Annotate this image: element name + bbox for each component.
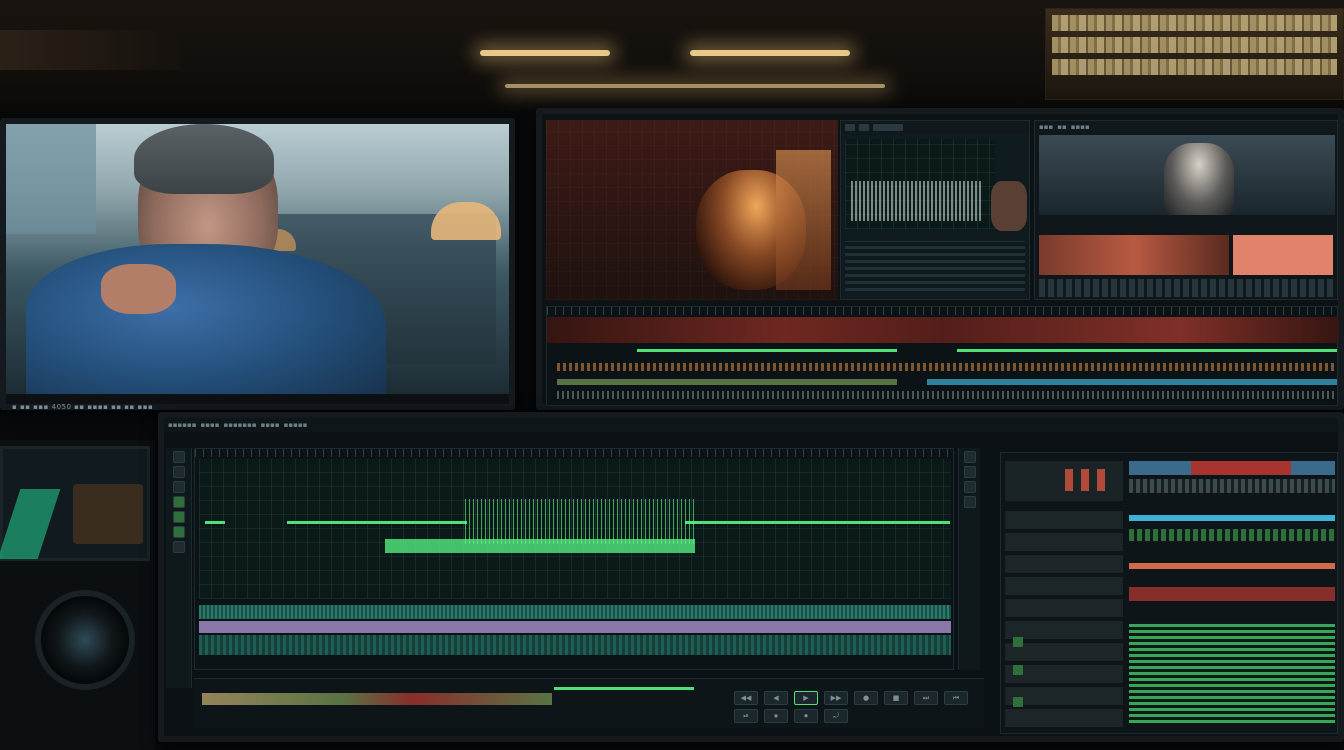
side-tool[interactable]: [963, 496, 976, 508]
transport-controls-row2: ⏯ ⏹ ⏺ ⤾: [734, 709, 848, 723]
side-tool[interactable]: [963, 466, 976, 478]
left-tool-column: [166, 448, 192, 688]
wall-cabinet: [0, 30, 180, 70]
tool-button[interactable]: [172, 526, 185, 538]
play-pause-button[interactable]: ⏯: [734, 709, 758, 723]
waveform-monitor-toolbar: [841, 121, 1029, 133]
channel-list[interactable]: [1005, 507, 1123, 727]
desk-equipment: [0, 440, 155, 750]
waveform-peaks: [465, 499, 695, 544]
room-background: [0, 0, 1344, 110]
stop-button[interactable]: ■: [884, 691, 908, 705]
side-tool[interactable]: [963, 481, 976, 493]
waveform-monitor[interactable]: [840, 120, 1030, 300]
menu-item-5[interactable]: ▪▪▪▪▪: [284, 421, 308, 429]
track-purple[interactable]: [199, 621, 951, 633]
channel-strip-header: [1005, 461, 1123, 501]
small-monitor: [0, 446, 150, 561]
transport-controls: ◀◀ ◀ ▶ ▶▶ ● ■ ⏭ ⏮: [734, 691, 968, 705]
audio-clip[interactable]: [287, 521, 467, 524]
tool-button[interactable]: [172, 541, 185, 553]
step-back-button[interactable]: ◀: [764, 691, 788, 705]
menu-item-1[interactable]: ▪▪▪▪▪▪: [168, 421, 196, 429]
tab-1[interactable]: ▪▪▪: [1039, 123, 1053, 131]
mixer-panel[interactable]: [1000, 452, 1338, 734]
menu-item-4[interactable]: ▪▪▪▪: [261, 421, 280, 429]
timeline-ruler[interactable]: [195, 449, 953, 457]
tool-button[interactable]: [172, 511, 185, 523]
source-viewer[interactable]: [546, 120, 838, 300]
left-monitor-status-text: ▪ ▪▪ ▪▪▪ 4050 ▪▪ ▪▪▪▪ ▪▪ ▪▪ ▪▪▪: [12, 403, 154, 411]
figure: [1164, 143, 1234, 215]
tool-button[interactable]: [172, 466, 185, 478]
lamp: [431, 202, 501, 240]
person-hand: [101, 264, 176, 314]
prev-marker-button[interactable]: ⏮: [944, 691, 968, 705]
next-marker-button[interactable]: ⏭: [914, 691, 938, 705]
left-monitor: ▪ ▪▪ ▪▪▪ 4050 ▪▪ ▪▪▪▪ ▪▪ ▪▪ ▪▪▪: [0, 118, 515, 411]
main-editor-monitor: ▪▪▪▪▪▪ ▪▪▪▪ ▪▪▪▪▪▪▪ ▪▪▪▪ ▪▪▪▪▪ ◀◀ ◀ ▶ ▶▶…: [158, 412, 1344, 742]
audio-clip[interactable]: [685, 521, 950, 524]
person-hair: [134, 124, 274, 194]
record-button[interactable]: ●: [854, 691, 878, 705]
audio-track-2[interactable]: [957, 349, 1337, 352]
channel-meter: [1129, 515, 1335, 521]
play-button[interactable]: ▶: [794, 691, 818, 705]
menu-item-2[interactable]: ▪▪▪▪: [200, 421, 219, 429]
program-viewer[interactable]: ▪▪▪ ▪▪ ▪▪▪▪: [1034, 120, 1338, 300]
camera-lens: [35, 590, 135, 690]
loop-button[interactable]: ⤾: [824, 709, 848, 723]
ceiling-light: [505, 84, 885, 88]
tab-2[interactable]: ▪▪: [1057, 123, 1067, 131]
waveform: [851, 181, 981, 221]
video-preview[interactable]: [6, 124, 509, 394]
fast-forward-button[interactable]: ▶▶: [824, 691, 848, 705]
ceiling-light: [690, 50, 850, 56]
stop-alt-button[interactable]: ⏹: [764, 709, 788, 723]
track-teal-2[interactable]: [199, 635, 951, 655]
main-menubar: ▪▪▪▪▪▪ ▪▪▪▪ ▪▪▪▪▪▪▪ ▪▪▪▪ ▪▪▪▪▪: [164, 418, 1338, 432]
transport-bar: ◀◀ ◀ ▶ ▶▶ ● ■ ⏭ ⏮ ⏯ ⏹ ⏺ ⤾: [194, 678, 984, 728]
top-right-monitor: ▪▪▪ ▪▪ ▪▪▪▪: [536, 108, 1344, 410]
rewind-button[interactable]: ◀◀: [734, 691, 758, 705]
tool-button[interactable]: [172, 451, 185, 463]
clip-indicator: [1191, 461, 1291, 475]
waveform-editor[interactable]: [194, 448, 954, 670]
track-teal[interactable]: [199, 605, 951, 619]
video-track[interactable]: [547, 317, 1339, 343]
side-tool[interactable]: [963, 451, 976, 463]
upper-timeline[interactable]: [546, 306, 1339, 406]
left-monitor-statusbar: ▪ ▪▪ ▪▪▪ 4050 ▪▪ ▪▪▪▪ ▪▪ ▪▪ ▪▪▪: [6, 394, 509, 411]
progress-indicator: [554, 687, 694, 690]
tab-3[interactable]: ▪▪▪▪: [1071, 123, 1090, 131]
program-frame: [1039, 135, 1335, 215]
level-meters: [1129, 623, 1335, 723]
color-swatch: [1233, 235, 1333, 275]
tool-button[interactable]: [172, 496, 185, 508]
clip-thumbnail: [1039, 235, 1229, 275]
bookshelf: [1045, 8, 1344, 100]
ceiling-light: [480, 50, 610, 56]
mini-timeline[interactable]: [202, 693, 552, 705]
audio-track-1[interactable]: [637, 349, 897, 352]
menu-item-3[interactable]: ▪▪▪▪▪▪▪: [223, 421, 256, 429]
record-alt-button[interactable]: ⏺: [794, 709, 818, 723]
tool-button[interactable]: [172, 481, 185, 493]
person-jacket: [26, 244, 386, 394]
program-viewer-toolbar: ▪▪▪ ▪▪ ▪▪▪▪: [1035, 121, 1337, 133]
editor-side-tools: [958, 448, 980, 670]
